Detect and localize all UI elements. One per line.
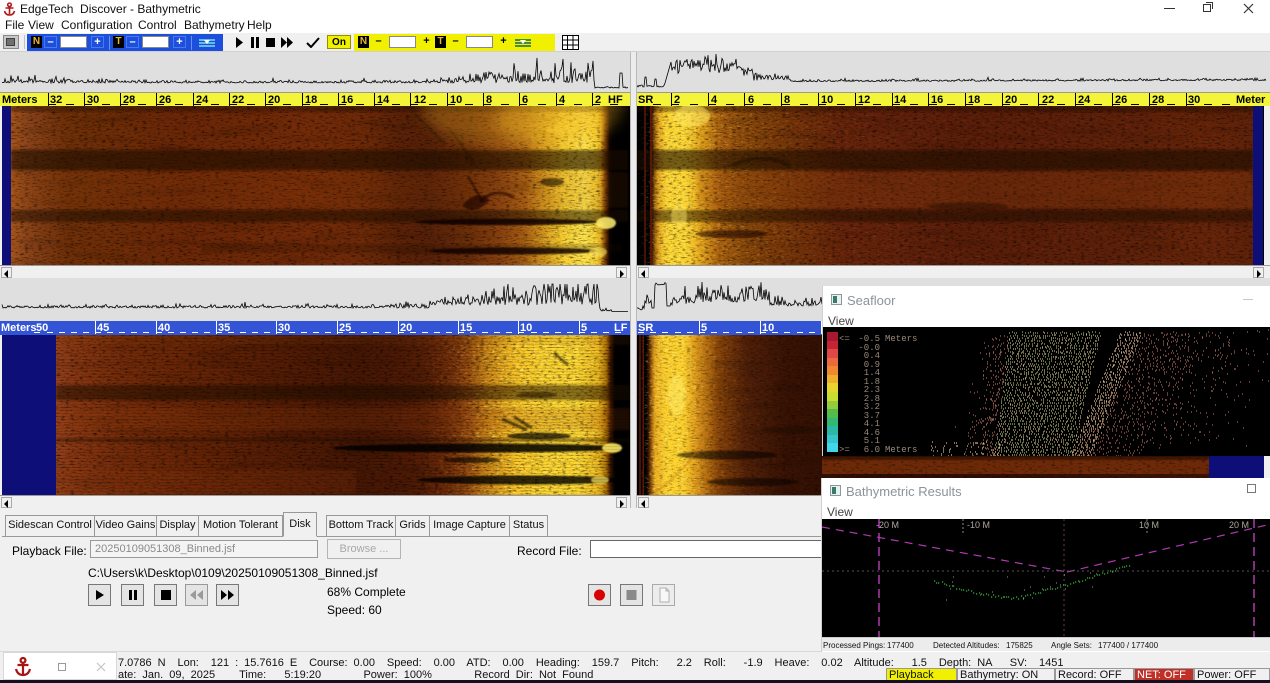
svg-text:10 M: 10 M [1139,520,1159,530]
svg-text:-20 M: -20 M [876,520,899,530]
svg-text:-10 M: -10 M [967,520,990,530]
svg-text:20 M: 20 M [1229,520,1249,530]
